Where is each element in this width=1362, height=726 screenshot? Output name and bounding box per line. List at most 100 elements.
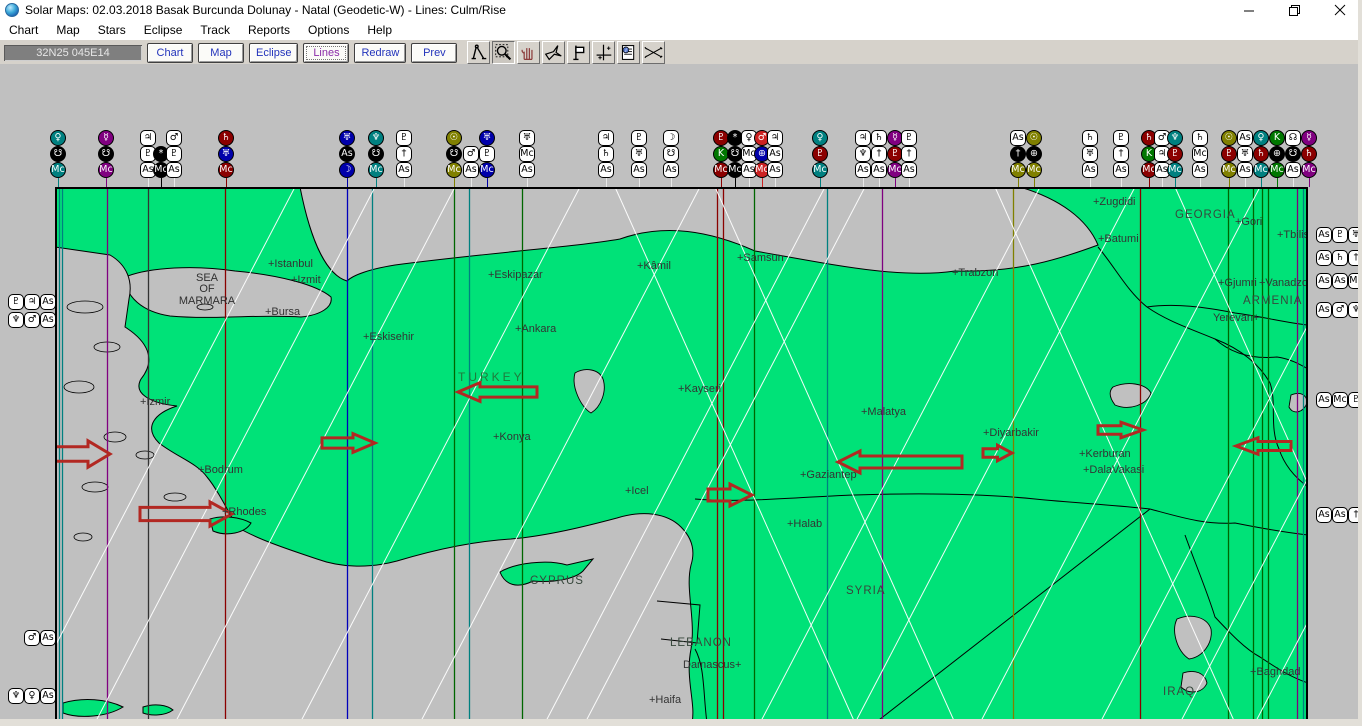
menu-item-eclipse[interactable]: Eclipse — [135, 23, 192, 37]
line-marker: ♀ ♄ Mc — [1253, 130, 1269, 187]
prev-button[interactable]: Prev — [411, 42, 458, 63]
marker-leader-line — [1276, 178, 1278, 187]
marker-leader-line — [1292, 178, 1294, 187]
menu-item-reports[interactable]: Reports — [239, 23, 299, 37]
line-marker: ♂ ♃ As — [1154, 130, 1170, 187]
map-canvas[interactable]: +Istanbul+Izmit+BursaSEAOFMARMARA+Izmir+… — [55, 187, 1308, 723]
lines-button[interactable]: Lines — [303, 42, 350, 63]
window-frame-right — [1358, 0, 1362, 726]
planet-glyph-badge: ♆ — [368, 130, 384, 146]
marker-leader-line — [894, 178, 896, 187]
city-label: +Rhodes — [222, 506, 267, 518]
line-marker: * Mc — [153, 130, 169, 187]
maximize-button[interactable] — [1272, 0, 1317, 20]
menu-item-stars[interactable]: Stars — [89, 23, 135, 37]
planet-glyph-badge: ♄ — [871, 130, 887, 146]
city-label: +Bodrum — [198, 464, 243, 476]
planet-glyph-badge: As — [1010, 130, 1026, 146]
planet-glyph-badge: ♂ — [24, 630, 40, 646]
planet-glyph-badge: Mc — [887, 162, 903, 178]
planet-glyph-badge: As — [1316, 273, 1332, 289]
menu-item-track[interactable]: Track — [191, 23, 239, 37]
line-marker: ♅ Mc As — [519, 130, 535, 187]
planet-glyph-badge: Mc — [368, 162, 384, 178]
info-report-tool-button[interactable]: i — [617, 41, 641, 64]
line-marker: ☿ ♇ Mc — [887, 130, 903, 187]
planet-glyph-badge: As — [1082, 162, 1098, 178]
city-label: +Kâmil — [637, 260, 671, 272]
planet-glyph-badge: As — [1316, 250, 1332, 266]
planet-glyph-badge: ☊ — [1285, 130, 1301, 146]
line-marker: ♃ ♇ As — [140, 130, 156, 187]
marker-leader-line — [1228, 178, 1230, 187]
line-marker: ♅ As ☽ — [339, 130, 355, 187]
planet-glyph-badge: ♇ — [166, 146, 182, 162]
planet-glyph-badge: As — [1316, 392, 1332, 408]
planet-glyph-badge: Mc — [479, 162, 495, 178]
planet-glyph-badge: ☿ — [1301, 130, 1317, 146]
planet-glyph-badge: Mc — [1010, 162, 1026, 178]
planet-glyph-badge: As — [519, 162, 535, 178]
planet-glyph-badge: Mc — [1221, 162, 1237, 178]
planet-glyph-badge: ♃ — [1154, 146, 1170, 162]
chart-button[interactable]: Chart — [147, 42, 193, 63]
crosshair-plot-tool-button[interactable] — [592, 41, 616, 64]
marker-leader-line — [526, 178, 528, 187]
line-marker: ♄ † As — [871, 130, 887, 187]
line-marker: ☉ ⊕ Mc — [1026, 130, 1042, 187]
planet-glyph-badge: As — [598, 162, 614, 178]
city-label: Damascus+ — [683, 659, 741, 671]
planet-glyph-badge: ♂ — [1332, 302, 1348, 318]
redraw-button[interactable]: Redraw — [354, 42, 407, 63]
planet-glyph-badge: Mc — [98, 162, 114, 178]
menu-item-map[interactable]: Map — [47, 23, 88, 37]
marker-leader-line — [1033, 178, 1035, 187]
line-marker: As♅As — [1237, 130, 1253, 187]
menu-item-help[interactable]: Help — [358, 23, 401, 37]
travel-plane-tool-button[interactable] — [542, 41, 566, 64]
planet-glyph-badge: As — [1316, 507, 1332, 523]
marker-leader-line — [403, 178, 405, 187]
menu-item-options[interactable]: Options — [299, 23, 358, 37]
planet-glyph-badge: ♃ — [767, 130, 783, 146]
planet-glyph-badge: * — [727, 130, 743, 146]
planet-glyph-badge: Mc — [1141, 162, 1157, 178]
menu-item-chart[interactable]: Chart — [0, 23, 47, 37]
planet-glyph-badge: † — [871, 146, 887, 162]
planet-glyph-badge: ☋ — [368, 146, 384, 162]
divider-tool-button[interactable] — [467, 41, 491, 64]
pan-hand-tool-button[interactable] — [517, 41, 541, 64]
planet-glyph-badge: As — [1237, 130, 1253, 146]
marker-leader-line — [638, 178, 640, 187]
city-label: +Icel — [625, 485, 649, 497]
info-report-icon: i — [622, 45, 635, 60]
window-frame-bottom — [0, 719, 1362, 726]
zoom-tool-button[interactable] — [492, 41, 516, 64]
eclipse-button[interactable]: Eclipse — [249, 42, 299, 63]
map-button[interactable]: Map — [198, 42, 244, 63]
window-controls — [1227, 0, 1362, 20]
marker-leader-line — [470, 178, 472, 187]
cross-lines-tool-button[interactable] — [642, 41, 666, 64]
close-button[interactable] — [1317, 0, 1362, 20]
marker-post-tool-button[interactable] — [567, 41, 591, 64]
city-label: +Samsun — [737, 252, 784, 264]
city-label: +Bursa — [265, 306, 301, 318]
marker-post-icon — [573, 45, 585, 61]
map-workspace: +Istanbul +Izmit +Bursa SEA OF MARMARA +Izmir +… — [0, 64, 1362, 726]
marker-leader-line — [1089, 178, 1091, 187]
planet-glyph-badge: ♅ — [479, 130, 495, 146]
planet-glyph-badge: ♇ — [1113, 130, 1129, 146]
line-marker: As ♇ ♅ — [1316, 227, 1362, 243]
line-marker: ♀ ☋ Mc — [50, 130, 66, 187]
minimize-button[interactable] — [1227, 0, 1272, 20]
marker-leader-line — [346, 178, 348, 187]
planet-glyph-badge: As — [1316, 302, 1332, 318]
city-label: +Gori — [1235, 216, 1262, 228]
planet-glyph-badge: As — [767, 162, 783, 178]
planet-glyph-badge: As — [1113, 162, 1129, 178]
planet-glyph-badge: As — [463, 162, 479, 178]
marker-leader-line — [1199, 178, 1201, 187]
toolbar: 32N25 045E14 Chart Map Eclipse Lines Red… — [0, 39, 1362, 65]
marker-leader-line — [734, 178, 736, 187]
